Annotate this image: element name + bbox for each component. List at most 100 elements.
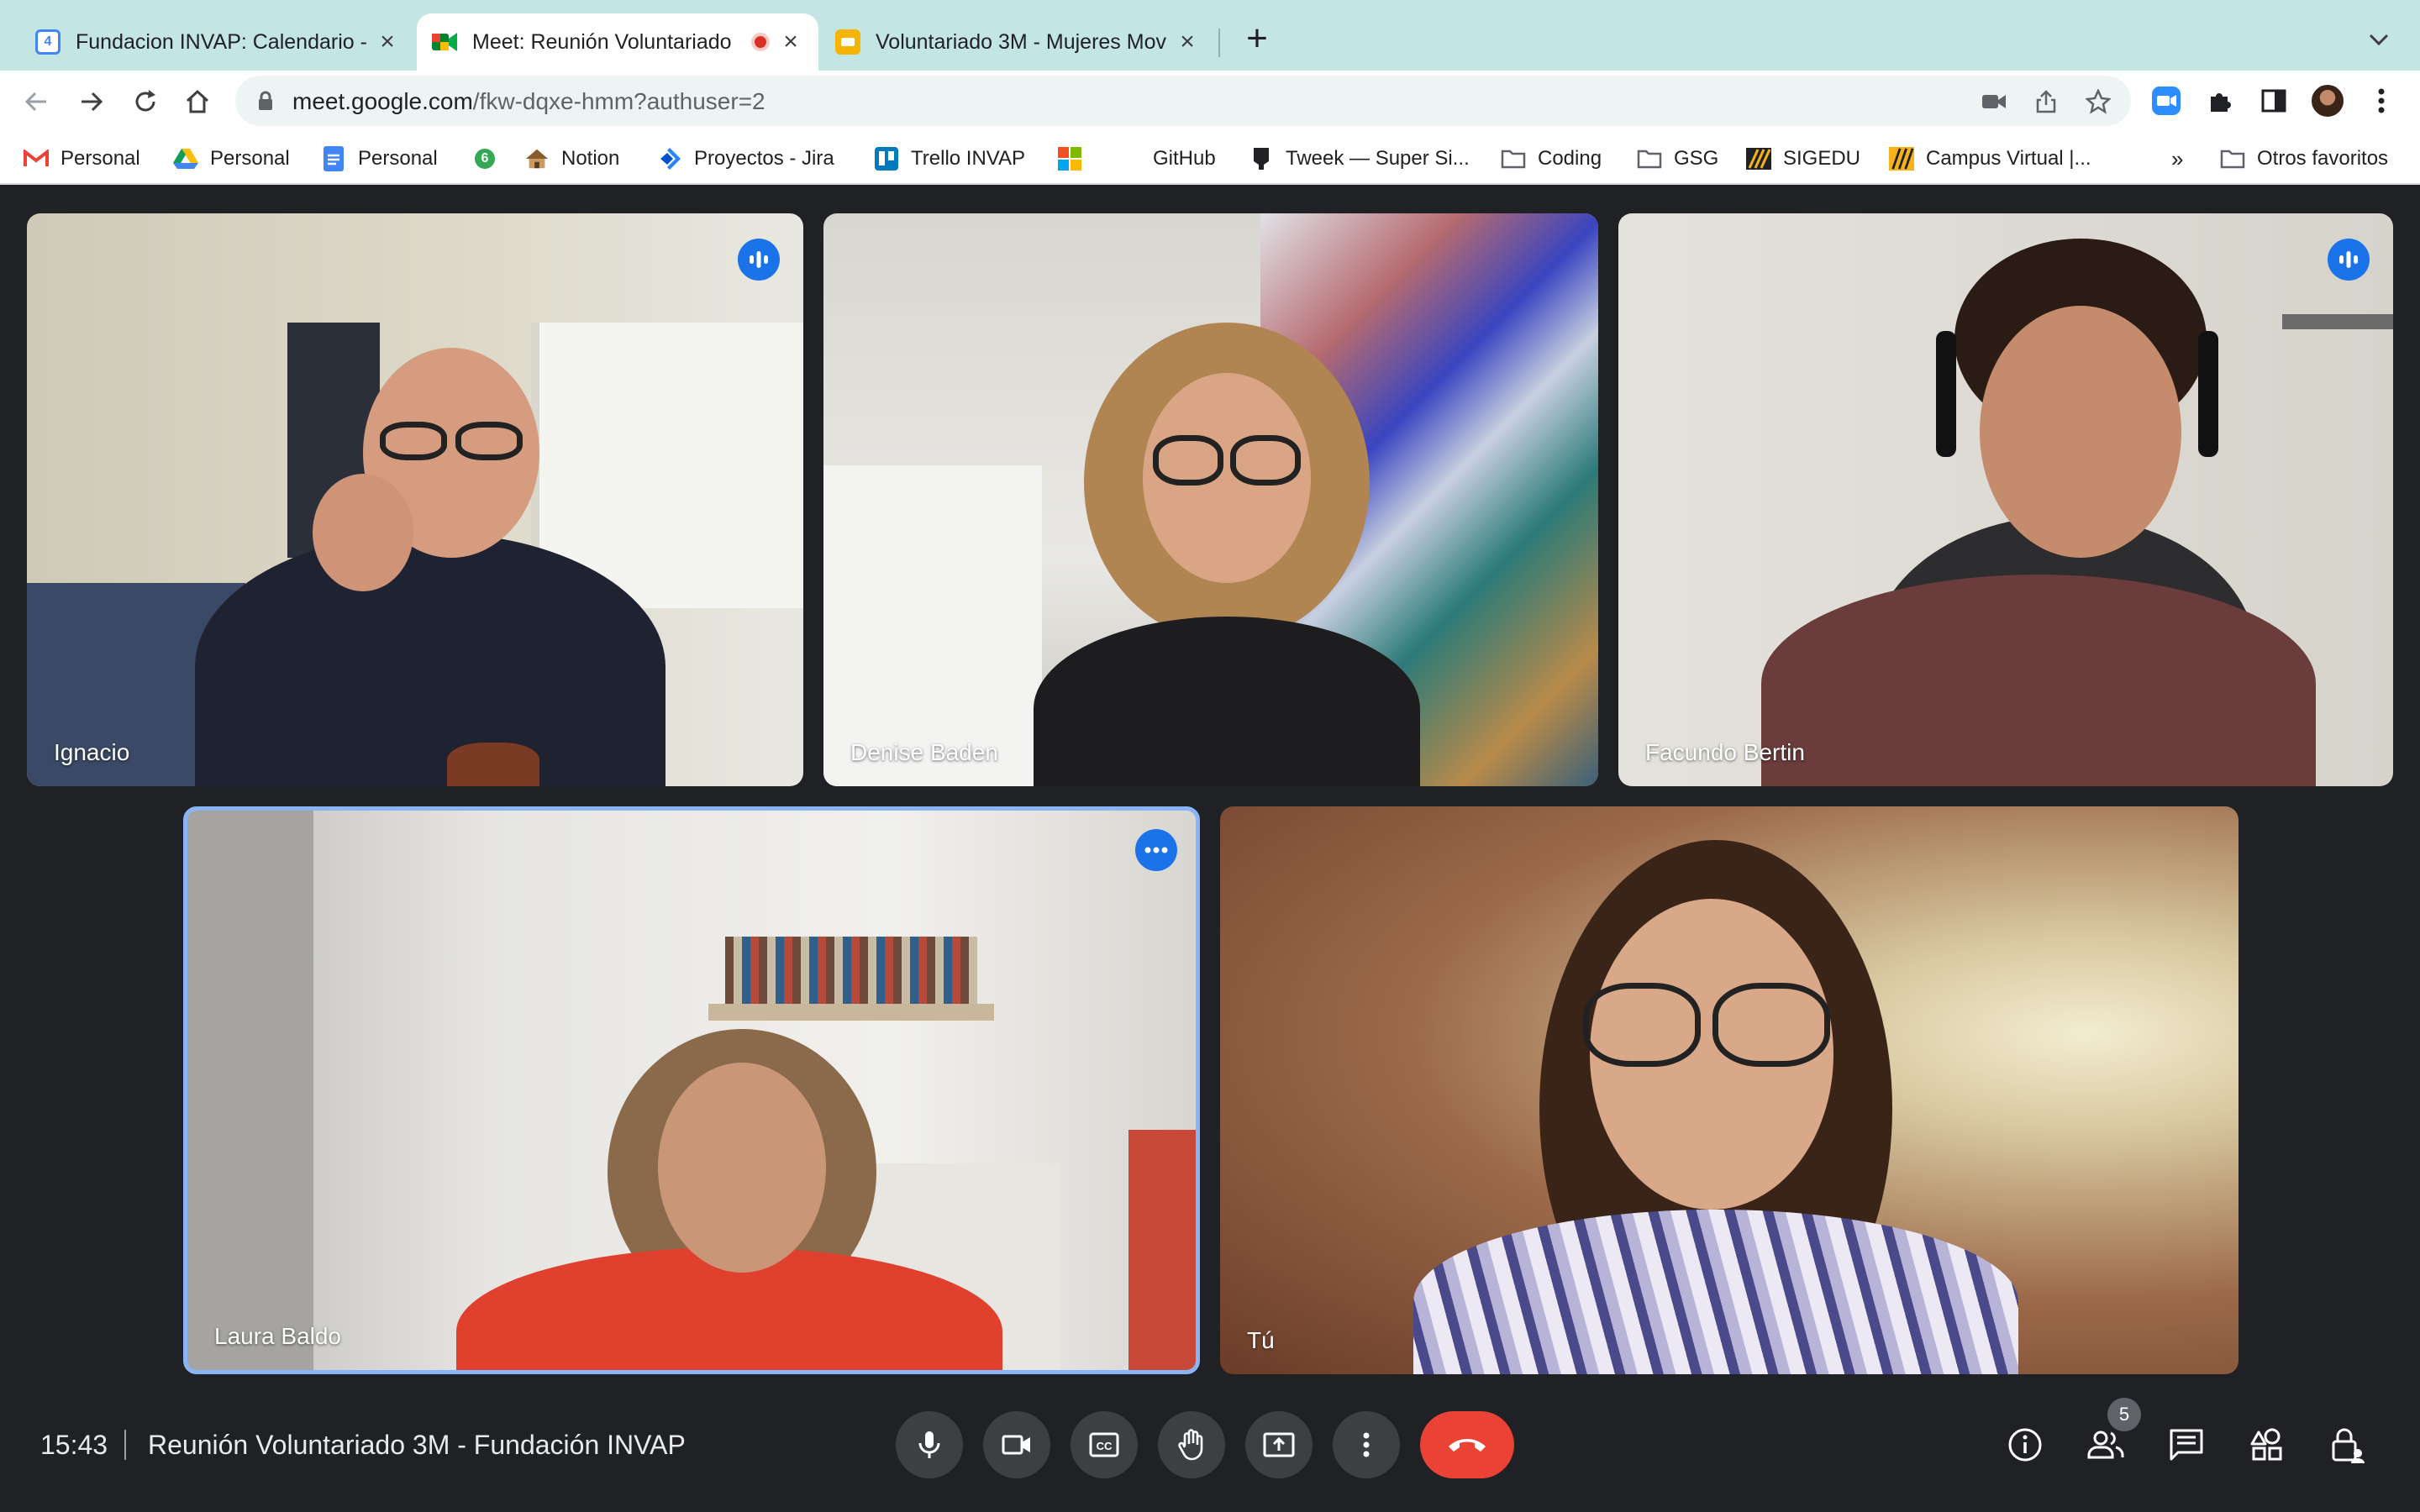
meeting-title: Reunión Voluntariado 3M - Fundación INVA… (148, 1430, 686, 1460)
recording-icon (751, 33, 770, 51)
profile-avatar[interactable] (2309, 82, 2346, 119)
tweek-icon (1249, 146, 1274, 171)
speaking-indicator-icon (2328, 239, 2370, 281)
microsoft-icon (1057, 146, 1082, 171)
tab-meet[interactable]: Meet: Reunión Voluntariado × (417, 13, 818, 71)
more-vert-icon (1363, 1432, 1370, 1457)
divider (124, 1430, 126, 1460)
bookmark-badge[interactable]: 6 (472, 144, 509, 173)
bookmark-tweek[interactable]: Tweek — Super Si... (1249, 144, 1470, 173)
camera-in-use-icon[interactable] (1980, 87, 2008, 116)
side-panel-icon[interactable] (2255, 82, 2292, 119)
raise-hand-button[interactable] (1158, 1411, 1225, 1478)
bookmark-gsg[interactable]: GSG (1637, 144, 1718, 173)
bookmark-star-icon[interactable] (2084, 87, 2112, 116)
bookmark-docs[interactable]: Personal (321, 144, 438, 173)
microphone-icon (918, 1431, 940, 1458)
participant-count-badge: 5 (2107, 1398, 2141, 1431)
activities-button[interactable] (2247, 1425, 2287, 1465)
bookmark-github[interactable]: GitHub (1153, 144, 1216, 173)
sheets-badge-icon: 6 (472, 146, 497, 171)
bookmark-jira[interactable]: Proyectos - Jira (657, 144, 834, 173)
more-options-icon[interactable] (1135, 829, 1177, 871)
camera-button[interactable] (983, 1411, 1050, 1478)
bookmark-trello[interactable]: Trello INVAP (874, 144, 1025, 173)
extensions-puzzle-icon[interactable] (2202, 82, 2238, 119)
captions-button[interactable]: CC (1071, 1411, 1138, 1478)
captions-icon: CC (1089, 1432, 1119, 1457)
hand-icon (1178, 1429, 1203, 1461)
close-tab-icon[interactable]: × (778, 28, 803, 56)
participant-name: Ignacio (54, 739, 130, 765)
bookmarks-bar: Personal Personal Personal 6 Notion Proy… (0, 133, 2420, 185)
participant-name: Laura Baldo (214, 1323, 342, 1349)
svg-text:CC: CC (1097, 1440, 1113, 1452)
bookmark-otros-favoritos[interactable]: Otros favoritos (2220, 144, 2388, 173)
more-options-button[interactable] (1333, 1411, 1400, 1478)
microphone-button[interactable] (896, 1411, 963, 1478)
folder-icon (2220, 146, 2245, 171)
speaking-indicator-icon (738, 239, 780, 281)
lock-person-icon (2332, 1428, 2365, 1463)
bookmark-campus-virtual[interactable]: Campus Virtual |... (1889, 144, 2091, 173)
bookmark-gmail[interactable]: Personal (24, 144, 140, 173)
home-button[interactable] (178, 82, 217, 121)
share-icon[interactable] (2032, 87, 2060, 116)
tab-slides[interactable]: Voluntariado 3M - Mujeres Mov × (820, 13, 1215, 71)
folder-icon (1501, 146, 1526, 171)
bookmark-microsoft[interactable] (1057, 144, 1094, 173)
meeting-info-button[interactable] (2005, 1425, 2045, 1465)
chat-button[interactable] (2166, 1425, 2207, 1465)
docs-icon (321, 146, 346, 171)
lock-icon[interactable] (257, 91, 274, 115)
hangup-icon (1449, 1439, 1486, 1452)
participant-tile-ignacio[interactable]: Ignacio (27, 213, 803, 786)
address-bar[interactable]: meet.google.com/fkw-dqxe-hmm?authuser=2 (235, 76, 2131, 126)
tab-search-chevron-icon[interactable] (2368, 25, 2390, 52)
trello-icon (874, 146, 899, 171)
camera-icon (1002, 1435, 1030, 1455)
close-tab-icon[interactable]: × (375, 28, 400, 56)
host-controls-button[interactable] (2328, 1425, 2368, 1465)
participant-tile-denise-baden[interactable]: Denise Baden (823, 213, 1598, 786)
leave-call-button[interactable] (1420, 1411, 1514, 1478)
folder-icon (1637, 146, 1662, 171)
tab-calendar[interactable]: 4 Fundacion INVAP: Calendario - × (20, 13, 415, 71)
meeting-clock: 15:43 (40, 1430, 108, 1460)
people-icon (2087, 1431, 2124, 1459)
forward-button[interactable] (72, 82, 111, 121)
bookmark-coding[interactable]: Coding (1501, 144, 1602, 173)
reload-button[interactable] (126, 82, 165, 121)
activities-shapes-icon (2250, 1428, 2282, 1461)
bookmark-notion[interactable]: Notion (524, 144, 619, 173)
back-button[interactable] (17, 82, 55, 121)
participant-tile-facundo-bertin[interactable]: Facundo Bertin (1618, 213, 2393, 786)
participant-tile-self[interactable]: Tú (1220, 806, 2238, 1374)
sigedu-icon (1746, 146, 1771, 171)
calendar-icon: 4 (35, 29, 60, 55)
zoom-extension-icon[interactable] (2148, 82, 2185, 119)
bookmark-sigedu[interactable]: SIGEDU (1746, 144, 1860, 173)
tab-strip: 4 Fundacion INVAP: Calendario - × Meet: … (0, 0, 2420, 71)
gmail-icon (24, 146, 49, 171)
browser-toolbar: meet.google.com/fkw-dqxe-hmm?authuser=2 (0, 71, 2420, 133)
jira-icon (657, 146, 682, 171)
participant-name: Denise Baden (850, 739, 998, 765)
new-tab-button[interactable]: + (1240, 20, 1274, 57)
drive-icon (173, 146, 198, 171)
slides-icon (835, 29, 860, 55)
bookmark-drive[interactable]: Personal (173, 144, 290, 173)
notion-icon (524, 146, 550, 171)
chat-icon (2170, 1429, 2203, 1461)
participant-tile-laura-baldo[interactable]: Laura Baldo (183, 806, 1200, 1374)
present-screen-button[interactable] (1245, 1411, 1313, 1478)
url-text: meet.google.com/fkw-dqxe-hmm?authuser=2 (292, 88, 765, 114)
present-icon (1263, 1432, 1295, 1457)
campus-icon (1889, 146, 1914, 171)
info-icon (2008, 1428, 2042, 1462)
browser-menu-icon[interactable] (2363, 82, 2400, 119)
participant-name: Tú (1247, 1327, 1275, 1353)
meet-icon (432, 29, 457, 55)
bookmarks-overflow-chevron[interactable]: » (2171, 144, 2183, 173)
close-tab-icon[interactable]: × (1175, 28, 1200, 56)
